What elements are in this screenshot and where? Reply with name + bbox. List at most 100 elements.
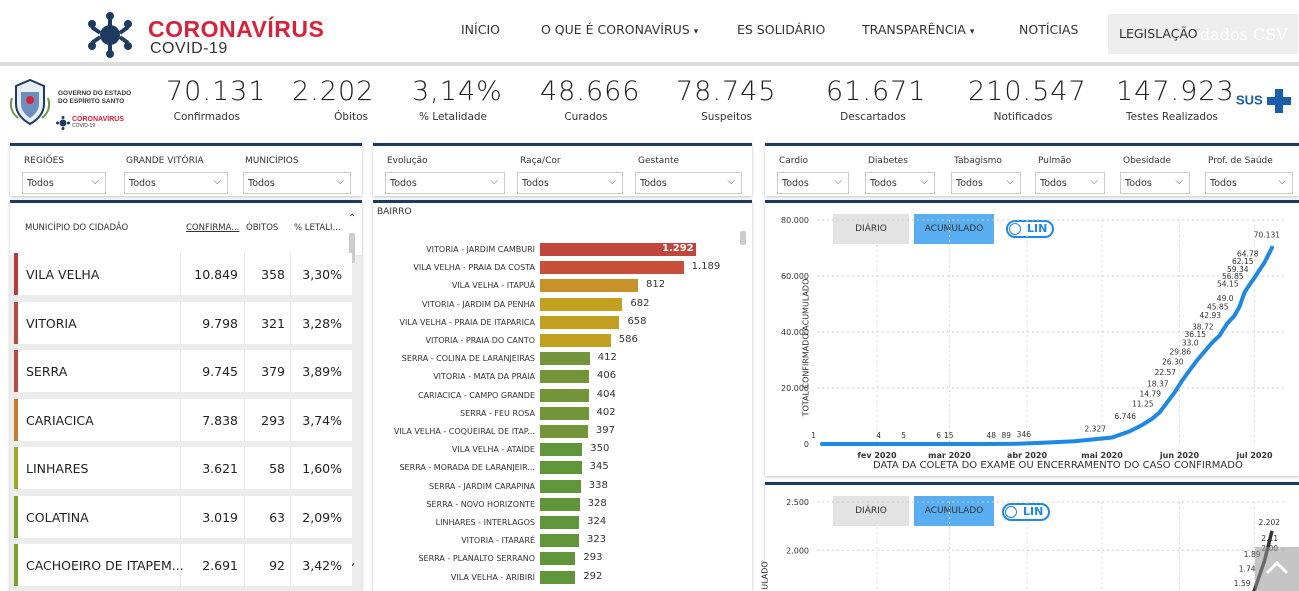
- bairro-bar[interactable]: [540, 443, 583, 457]
- nav-legislacao[interactable]: LEGISLAÇÃO dados CSV: [1108, 14, 1298, 54]
- bairro-label: SERRA - PLANALTO SERRANO: [418, 554, 535, 564]
- bairro-label: SERRA - COLINA DE LARANJEIRAS: [401, 354, 535, 364]
- bairro-bar[interactable]: [540, 497, 580, 511]
- x-tick-label: mai 2020: [1081, 451, 1123, 460]
- filter-panel-regioes: REGIÕES GRANDE VITÓRIA MUNICÍPIOS Todos ⌵…: [10, 143, 362, 196]
- row-color-bar: [14, 350, 18, 392]
- cardio-dropdown[interactable]: Todos ⌵: [777, 172, 849, 194]
- obitos-line-svg: 2.5002.0001.591.741.892.2022.112.00: [786, 498, 1287, 591]
- table-row[interactable]: COLATINA 3.019 63 2,09%: [14, 495, 352, 538]
- bairro-bar[interactable]: [540, 370, 590, 384]
- bairro-bar[interactable]: [540, 425, 588, 438]
- bairro-bar[interactable]: [540, 297, 623, 311]
- filter-label: Tabagismo: [954, 156, 1002, 166]
- bairro-bar[interactable]: [540, 479, 581, 493]
- cell-divider: [180, 301, 181, 344]
- bairro-bar[interactable]: [540, 261, 684, 275]
- cell-confirmados: 3.621: [202, 461, 238, 476]
- dropdown-value: Todos: [640, 178, 667, 189]
- data-point: [820, 442, 824, 446]
- bairro-label: LINHARES - INTERLAGOS: [435, 518, 535, 527]
- cell-divider: [244, 253, 245, 295]
- bairro-bar[interactable]: [540, 570, 576, 584]
- cell-municipio: VITORIA: [26, 315, 77, 331]
- point-label: 59.34: [1227, 265, 1249, 274]
- table-row[interactable]: VITORIA 9.798 321 3,28%: [14, 301, 352, 344]
- bairro-bar[interactable]: [540, 334, 611, 347]
- bairro-bar[interactable]: [540, 534, 579, 548]
- scroll-to-top-button[interactable]: [1255, 547, 1299, 591]
- table-row[interactable]: SERRA 9.745 379 3,89%: [14, 350, 352, 392]
- nav-transparencia[interactable]: TRANSPARÊNCIA ▾: [862, 22, 974, 37]
- evolucao-dropdown[interactable]: Todos ⌵: [385, 172, 505, 194]
- tabagismo-dropdown[interactable]: Todos ⌵: [951, 172, 1021, 194]
- bairro-bar[interactable]: [540, 315, 620, 329]
- bairro-bar[interactable]: [540, 406, 589, 420]
- kpi-descartados: 61.671 Descartados: [826, 76, 925, 123]
- data-point: [858, 442, 861, 446]
- obesidade-dropdown[interactable]: Todos ⌵: [1120, 172, 1190, 194]
- chevron-down-icon: ⌵: [336, 176, 344, 187]
- nav-o-que-e-coronavirus[interactable]: O QUE É CORONAVÍRUS ▾: [541, 22, 698, 37]
- filter-label: Raça/Cor: [520, 156, 561, 166]
- bairro-bar[interactable]: [540, 461, 582, 475]
- col-obitos[interactable]: ÓBITOS: [246, 223, 278, 233]
- table-row[interactable]: CACHOEIRO DE ITAPEM... 2.691 92 3,42%: [14, 544, 352, 586]
- nav-inicio[interactable]: INÍCIO: [461, 22, 500, 37]
- kpi-label: Descartados: [840, 111, 906, 123]
- point-label: 70.131: [1254, 231, 1280, 240]
- dropdown-value: Todos: [1125, 178, 1152, 189]
- prof-saude-dropdown[interactable]: Todos ⌵: [1205, 172, 1293, 194]
- bairro-value: 1.292: [662, 243, 694, 254]
- nav-es-solidario[interactable]: ES SOLIDÁRIO: [737, 22, 825, 37]
- bairro-bar[interactable]: [540, 516, 580, 529]
- chevron-down-icon: ⌵: [1006, 176, 1014, 187]
- chevron-down-icon: ⌵: [1090, 176, 1098, 187]
- diabetes-dropdown[interactable]: Todos ⌵: [865, 172, 935, 194]
- col-letalidade[interactable]: % LETALI...: [294, 223, 341, 233]
- filter-label: GRANDE VITÓRIA: [126, 156, 204, 166]
- col-municipio[interactable]: MUNICÍPIO DO CIDADÃO: [25, 223, 128, 233]
- municipios-table: MUNICÍPIO DO CIDADÃO CONFIRMA... ÓBITOS …: [10, 200, 362, 591]
- table-row[interactable]: LINHARES 3.621 58 1,60%: [14, 447, 352, 489]
- nav-label: TRANSPARÊNCIA: [862, 22, 966, 37]
- raca-cor-dropdown[interactable]: Todos ⌵: [517, 172, 623, 194]
- bairro-scrollbar[interactable]: [740, 231, 746, 245]
- dropdown-value: Todos: [129, 178, 156, 189]
- cell-letalidade: 3,30%: [302, 267, 342, 282]
- col-confirmados[interactable]: CONFIRMA...: [186, 223, 239, 233]
- cell-confirmados: 3.019: [202, 509, 238, 525]
- cell-obitos: 379: [261, 364, 285, 379]
- kpi-value: 147.923: [1116, 76, 1235, 107]
- table-row[interactable]: VILA VELHA 10.849 358 3,30%: [14, 253, 352, 295]
- y-tick-label: 0: [804, 440, 809, 449]
- bairro-bar[interactable]: [540, 388, 589, 402]
- bairro-bar[interactable]: [540, 552, 576, 566]
- pulmao-dropdown[interactable]: Todos ⌵: [1035, 172, 1105, 194]
- bairro-label: VILA VELHA - PRAIA DE ITAPARICA: [399, 317, 535, 327]
- nav-label: ES SOLIDÁRIO: [737, 22, 826, 37]
- point-label: 2.202: [1259, 518, 1281, 527]
- nav-noticias[interactable]: NOTÍCIAS: [1019, 22, 1078, 37]
- bairro-bar[interactable]: [540, 279, 639, 293]
- cell-divider: [290, 350, 291, 392]
- scroll-up-icon[interactable]: ⌃: [348, 213, 356, 224]
- grande-vitoria-dropdown[interactable]: Todos ⌵: [124, 172, 228, 194]
- cell-divider: [290, 301, 291, 344]
- gestante-dropdown[interactable]: Todos ⌵: [635, 172, 742, 194]
- kpi-row: GOVERNO DO ESTADO DO ESPÍRITO SANTO CORON…: [8, 68, 1299, 138]
- municipios-dropdown[interactable]: Todos ⌵: [243, 172, 351, 194]
- cell-divider: [290, 447, 291, 489]
- regioes-dropdown[interactable]: Todos ⌵: [22, 172, 106, 194]
- table-row[interactable]: CARIACICA 7.838 293 3,74%: [14, 398, 352, 441]
- x-tick-label: abr 2020: [1007, 451, 1048, 460]
- coronavirus-logo[interactable]: CORONAVÍRUS COVID-19: [86, 12, 346, 58]
- bairro-bar[interactable]: [540, 352, 590, 366]
- cell-obitos: 63: [269, 509, 285, 525]
- kpi-label: Testes Realizados: [1125, 111, 1218, 123]
- cell-confirmados: 2.691: [202, 558, 238, 573]
- acumulado-chart: DIÁRIO ACUMULADO LIN TOTAL CONFIRMADO AC…: [765, 200, 1299, 476]
- kpi-letalidade: 3,14% % Letalidade: [412, 76, 502, 123]
- point-label: 2.327: [1085, 424, 1107, 433]
- data-point: [1210, 341, 1214, 345]
